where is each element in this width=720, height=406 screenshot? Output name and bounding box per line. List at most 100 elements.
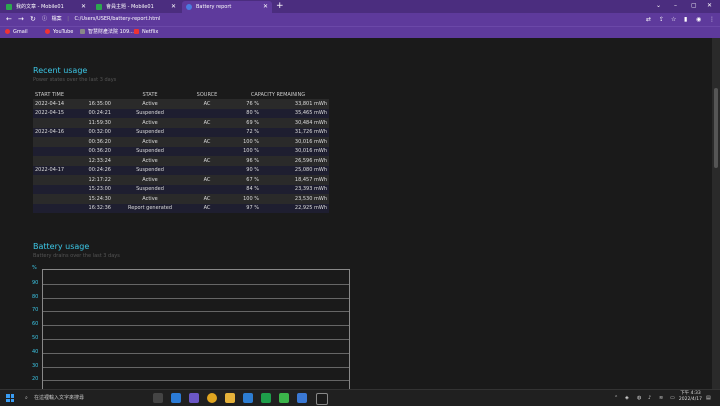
excel-icon[interactable] xyxy=(261,393,271,403)
cell-date xyxy=(33,137,67,147)
y-tick-label: 40 xyxy=(32,348,39,355)
page-scrollbar[interactable] xyxy=(712,38,720,389)
vscode-icon[interactable] xyxy=(243,393,253,403)
menu-icon[interactable]: ⋮ xyxy=(709,13,715,26)
tab-my-articles[interactable]: 我的文章 - Mobile01 ✕ xyxy=(2,1,90,13)
bookmark-label: 智慧財產法院 109... xyxy=(88,29,134,35)
cell-percent: 72 % xyxy=(227,127,261,137)
header-source: SOURCE xyxy=(196,92,218,98)
cell-state: Active xyxy=(113,118,187,128)
table-row: 16:32:36 Report generated AC 97 % 22,925 mWh xyxy=(33,203,329,213)
bookmark-youtube[interactable]: YouTube xyxy=(45,27,73,38)
cell-state: Suspended xyxy=(113,127,187,137)
cell-state: Report generated xyxy=(113,203,187,213)
taskbar: ⌕ 在這裡輸入文字來搜尋 ⌃ ◈ ◍ ♪ ≋ ▭ 下午 4:33 2022/4/… xyxy=(0,389,720,406)
address-bar[interactable]: ⓘ 檔案 | C:/Users/USER/battery-report.html xyxy=(42,14,642,25)
scrollbar-thumb[interactable] xyxy=(714,88,718,168)
battery-icon[interactable]: ▭ xyxy=(670,390,675,406)
close-tab-icon[interactable]: ✕ xyxy=(171,1,176,13)
battery-usage-subtitle: Battery drains over the last 3 days xyxy=(33,253,120,259)
header-capacity: CAPACITY REMAINING xyxy=(250,92,306,98)
profile-avatar[interactable]: ◉ xyxy=(696,13,701,26)
chart-gridline xyxy=(43,311,349,313)
tab-label: Battery report xyxy=(196,4,232,10)
word-icon[interactable] xyxy=(297,393,307,403)
cell-percent: 84 % xyxy=(227,184,261,194)
cell-source xyxy=(187,108,227,118)
bookmark-netflix[interactable]: Netflix xyxy=(134,27,158,38)
sidebar-icon[interactable]: ▮ xyxy=(684,13,687,26)
youtube-icon xyxy=(45,29,50,34)
cell-state: Active xyxy=(113,137,187,147)
reload-button[interactable]: ↻ xyxy=(30,13,36,26)
teams-icon[interactable] xyxy=(189,393,199,403)
cell-date xyxy=(33,184,67,194)
cell-time: 12:17:22 xyxy=(67,175,113,185)
tab-label: 會員主題 - Mobile01 xyxy=(106,4,154,10)
cell-time: 16:35:00 xyxy=(67,99,113,109)
cell-time: 15:23:00 xyxy=(67,184,113,194)
close-tab-icon[interactable]: ✕ xyxy=(81,1,86,13)
edge-icon[interactable] xyxy=(171,393,181,403)
taskbar-clock[interactable]: 下午 4:33 2022/4/17 xyxy=(679,391,702,403)
cell-source xyxy=(187,184,227,194)
close-tab-icon[interactable]: ✕ xyxy=(263,1,268,13)
cell-state: Active xyxy=(113,175,187,185)
notifications-icon[interactable]: ▤ xyxy=(706,390,711,406)
new-tab-button[interactable]: + xyxy=(276,0,284,13)
cell-date xyxy=(33,118,67,128)
cell-percent: 100 % xyxy=(227,137,261,147)
tab-battery-report[interactable]: Battery report ✕ xyxy=(182,1,272,13)
cell-capacity: 30,016 mWh xyxy=(261,137,329,147)
cell-source: AC xyxy=(187,156,227,166)
chrome-icon[interactable] xyxy=(207,393,217,403)
cell-source xyxy=(187,165,227,175)
bookmark-ip-court[interactable]: 智慧財產法院 109... xyxy=(80,27,134,38)
cell-percent: 80 % xyxy=(227,108,261,118)
info-icon: ⓘ xyxy=(42,16,48,22)
cell-capacity: 23,530 mWh xyxy=(261,194,329,204)
table-row: 2022-04-14 16:35:00 Active AC 76 % 33,801 mWh xyxy=(33,99,329,109)
tray-chevron-icon[interactable]: ⌃ xyxy=(614,390,618,406)
search-icon: ⌕ xyxy=(25,395,28,401)
browser-toolbar: ← → ↻ ⓘ 檔案 | C:/Users/USER/battery-repor… xyxy=(0,13,720,26)
bookmark-label: Gmail xyxy=(13,29,28,35)
forward-button[interactable]: → xyxy=(18,13,24,26)
cell-source: AC xyxy=(187,118,227,128)
tray-network-icon[interactable]: ◍ xyxy=(637,390,641,406)
table-row: 12:17:22 Active AC 67 % 18,457 mWh xyxy=(33,175,329,185)
translate-icon[interactable]: ⇄ xyxy=(646,13,651,26)
close-window-button[interactable]: ✕ xyxy=(707,0,712,12)
y-tick-label: 80 xyxy=(32,293,39,300)
bookmark-star-icon[interactable]: ☆ xyxy=(671,13,676,26)
recent-usage-table: START TIME STATE SOURCE CAPACITY REMAINI… xyxy=(33,91,329,213)
table-row: 11:59:30 Active AC 69 % 30,484 mWh xyxy=(33,118,329,128)
y-axis-unit: % xyxy=(32,265,37,271)
maximize-button[interactable]: ▢ xyxy=(691,0,697,12)
file-explorer-icon[interactable] xyxy=(225,393,235,403)
cell-percent: 96 % xyxy=(227,156,261,166)
line-icon[interactable] xyxy=(279,393,289,403)
cell-date: 2022-04-15 xyxy=(33,108,67,118)
cell-capacity: 31,726 mWh xyxy=(261,127,329,137)
volume-icon[interactable]: ♪ xyxy=(648,390,651,406)
task-view-icon[interactable] xyxy=(153,393,163,403)
terminal-icon[interactable] xyxy=(316,393,328,405)
wifi-icon[interactable]: ≋ xyxy=(659,390,663,406)
tab-member-topics[interactable]: 會員主題 - Mobile01 ✕ xyxy=(92,1,180,13)
cell-state: Active xyxy=(113,156,187,166)
windows-start-icon[interactable] xyxy=(6,394,14,402)
cell-date xyxy=(33,146,67,156)
tray-app-icon[interactable]: ◈ xyxy=(625,390,629,406)
minimize-button[interactable]: – xyxy=(674,0,677,12)
cell-time: 00:24:21 xyxy=(67,108,113,118)
share-icon[interactable]: ⇪ xyxy=(659,13,664,26)
cell-percent: 90 % xyxy=(227,165,261,175)
cell-date: 2022-04-14 xyxy=(33,99,67,109)
cell-date xyxy=(33,203,67,213)
bookmark-gmail[interactable]: Gmail xyxy=(5,27,28,38)
taskbar-search-box[interactable]: ⌕ 在這裡輸入文字來搜尋 xyxy=(22,390,147,406)
back-button[interactable]: ← xyxy=(6,13,12,26)
tab-search-icon[interactable]: ⌄ xyxy=(656,0,661,12)
cell-state: Suspended xyxy=(113,165,187,175)
